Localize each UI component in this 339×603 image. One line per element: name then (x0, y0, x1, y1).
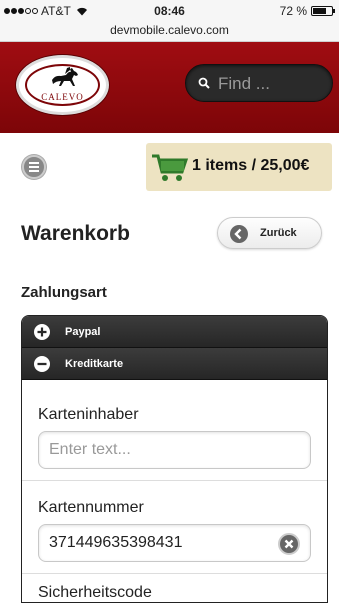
payment-accordion: Paypal Kreditkarte Karteninhaber Kartenn… (21, 315, 328, 603)
search-box[interactable] (185, 64, 333, 102)
card-number-field: Kartennummer (22, 481, 327, 574)
shopping-cart-icon (152, 154, 189, 181)
accordion-label-paypal: Paypal (65, 326, 101, 338)
card-number-label: Kartennummer (38, 499, 144, 516)
status-bar: AT&T 08:46 72 % devmobile.calevo.com (0, 0, 339, 42)
accordion-kreditkarte[interactable]: Kreditkarte (22, 348, 327, 380)
card-number-input[interactable] (38, 524, 311, 562)
plus-icon (34, 324, 50, 340)
chevron-left-icon (230, 225, 248, 243)
battery-percent: 72 % (279, 4, 307, 18)
horse-rider-icon (52, 67, 78, 86)
clear-input-icon[interactable] (278, 533, 300, 555)
url-bar[interactable]: devmobile.calevo.com (0, 23, 339, 37)
calevo-logo[interactable]: CALEVO (16, 55, 109, 115)
battery-status: 72 % (279, 4, 335, 18)
security-code-field: Sicherheitscode (22, 574, 327, 602)
cardholder-input[interactable] (38, 431, 311, 469)
search-icon (198, 77, 210, 89)
cardholder-field: Karteninhaber (22, 388, 327, 481)
minus-icon (34, 356, 50, 372)
search-input[interactable] (218, 73, 326, 95)
accordion-paypal[interactable]: Paypal (22, 316, 327, 348)
accordion-label-kreditkarte: Kreditkarte (65, 358, 124, 370)
menu-button[interactable] (22, 155, 46, 179)
logo-text: CALEVO (41, 92, 84, 102)
credit-card-form: Karteninhaber Kartennummer Sicherheitsco… (22, 388, 327, 602)
back-label: Zurück (260, 227, 297, 239)
payment-section-title: Zahlungsart (21, 284, 107, 301)
cardholder-label: Karteninhaber (38, 406, 139, 423)
security-code-label: Sicherheitscode (38, 584, 152, 601)
battery-icon (311, 6, 335, 16)
back-button[interactable]: Zurück (217, 217, 322, 249)
cart-button[interactable]: 1 items / 25,00€ (146, 143, 332, 191)
cart-summary: 1 items / 25,00€ (192, 157, 310, 174)
site-header: CALEVO (0, 42, 339, 133)
page-title: Warenkorb (21, 222, 130, 245)
